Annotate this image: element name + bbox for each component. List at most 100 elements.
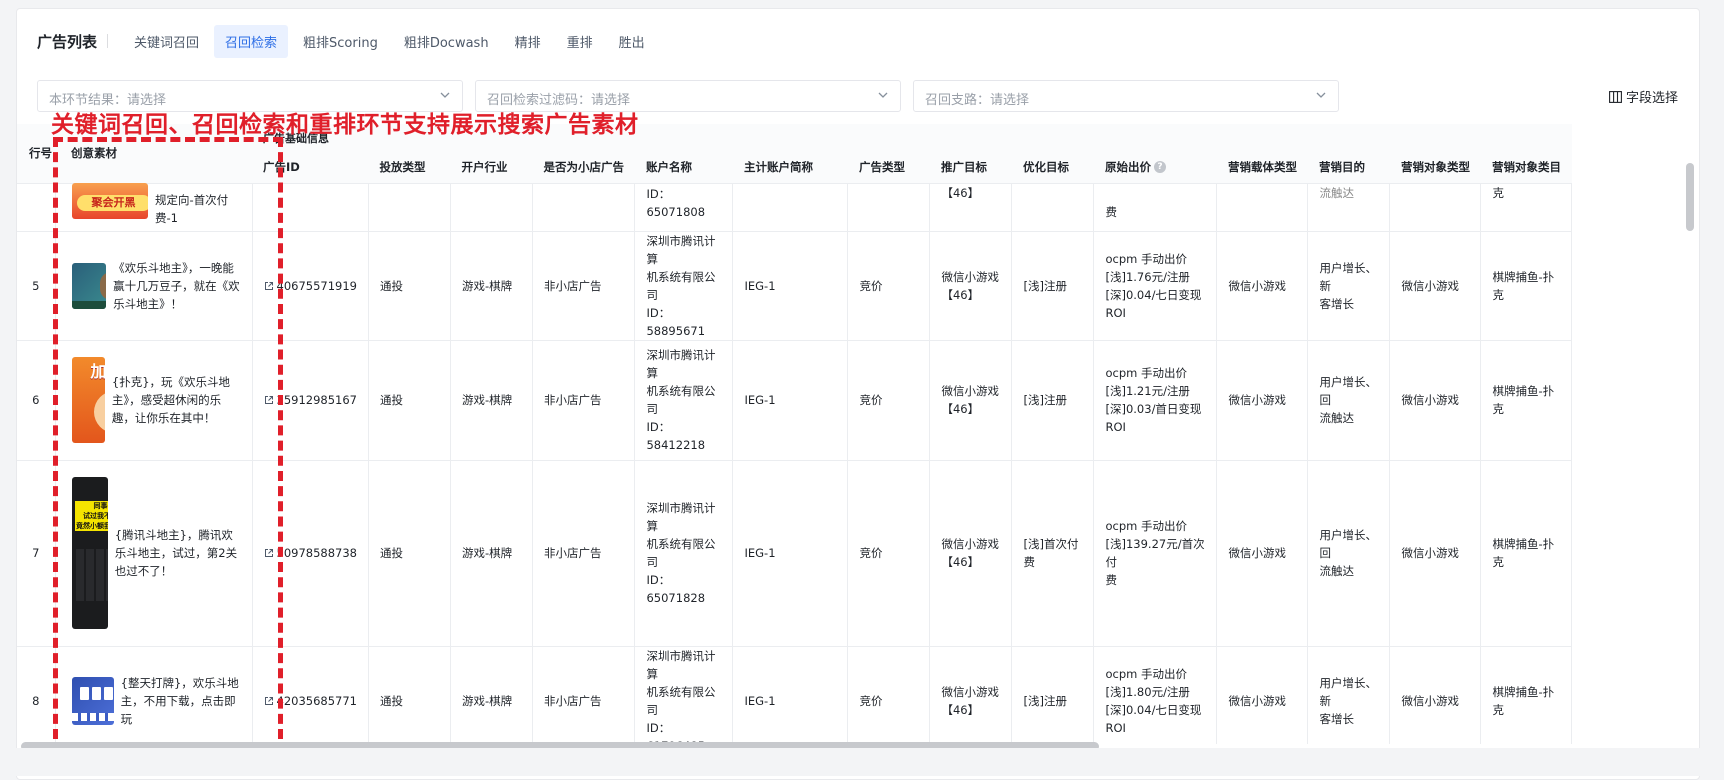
creative-thumb-caption: 同事去吃饭了 试过我不要领他的车 竟然小额我，结果一定俄国了 <box>74 501 108 540</box>
chevron-down-icon <box>878 92 888 98</box>
cell-object-type: 微信小游戏 <box>1389 340 1482 461</box>
cell-carrier-type: 微信小游戏 <box>1216 340 1309 461</box>
cell-opt-target: [浅]注册 <box>1011 646 1095 744</box>
feature-annotation: 关键词召回、召回检索和重排环节支持展示搜索广告素材 <box>51 112 639 138</box>
ad-id-text: 50978588738 <box>276 546 357 560</box>
tab-keyword-recall[interactable]: 关键词召回 <box>123 25 210 58</box>
creative-thumbnail[interactable]: 聚会开黑 <box>71 183 148 219</box>
cell-object-category: 棋牌捕鱼-扑克 <box>1480 460 1573 647</box>
ad-id-link[interactable]: 40675571919 <box>264 277 357 295</box>
ad-id-link[interactable]: 50978588738 <box>264 544 357 562</box>
cell-promo-target: 微信小游戏 【46】 <box>929 231 1013 341</box>
cell-opt-target: [浅]首次付费 <box>1011 460 1095 647</box>
ad-list-panel: 广告列表 关键词召回 召回检索 粗排Scoring 粗排Docwash 精排 重… <box>16 8 1700 780</box>
tab-recall-retrieval[interactable]: 召回检索 <box>214 25 289 58</box>
col-header-is-shop-ad: 是否为小店广告 <box>532 151 635 184</box>
cell-promo-target: 微信小游戏 【46】 <box>929 646 1013 744</box>
vertical-scrollbar[interactable] <box>1686 159 1694 739</box>
ad-id-link[interactable]: 35912985167 <box>264 391 357 409</box>
creative-thumbnail[interactable] <box>71 676 114 725</box>
external-link-icon <box>264 549 273 557</box>
creative-desc: {整天打牌}，欢乐斗地主，不用下载，点击即玩 <box>120 675 239 726</box>
cell-object-type: 微信小游戏 <box>1389 231 1482 341</box>
cell-object-category: 棋牌捕鱼-扑克 <box>1480 231 1573 341</box>
cell-is-shop-ad: 非小店广告 <box>532 460 636 647</box>
creative-desc: {腾讯斗地主}，腾讯欢乐斗地主，试过，第2关也过不了！ <box>114 528 238 578</box>
cell-is-shop-ad: 非小店广告 <box>532 340 636 461</box>
cell-main-account: IEG-1 <box>732 646 849 744</box>
tab-fine-ranking[interactable]: 精排 <box>504 25 552 58</box>
cell-opt-target: [浅]注册 <box>1011 340 1095 461</box>
cell-carrier-type: 微信小游戏 <box>1216 231 1309 341</box>
cell-industry: 游戏-棋牌 <box>450 646 533 744</box>
col-header-opt-target: 优化目标 <box>1011 151 1094 184</box>
cell-industry: 游戏-棋牌 <box>450 231 533 341</box>
cell-rowno: 7 <box>17 460 56 647</box>
cell-account-name: ID：65071808 <box>634 183 734 232</box>
help-icon[interactable]: ? <box>1153 161 1166 174</box>
cell-orig-bid: ocpm 手动出价 [浅]1.80元/注册 [深]0.04/七日变现ROI <box>1093 646 1218 744</box>
cell-promo-target: 【46】 <box>929 183 1013 232</box>
col-header-main-account: 主计账户简称 <box>732 151 848 184</box>
col-header-object-category: 营销对象类目 <box>1480 151 1572 184</box>
external-link-icon <box>264 281 273 290</box>
ad-table: 行号 创意素材 广告基础信息 广告ID 投放类型 开户行业 是否为小店广告 账户… <box>17 124 1573 744</box>
cell-orig-bid: ocpm 手动出价 [浅]1.21元/注册 [深]0.03/首日变现ROI <box>1093 340 1218 461</box>
ad-id-text: 42035685771 <box>276 693 357 708</box>
cell-ad-type: 竞价 <box>847 646 931 744</box>
table-row: 8 {整天打牌}，欢乐斗地主，不用下载，点击即玩 42035685771 通投 … <box>17 646 1573 744</box>
cell-rowno: 5 <box>17 231 56 341</box>
ad-id-link[interactable]: 42035685771 <box>264 692 357 710</box>
col-header-rowno: 行号 <box>17 124 55 184</box>
cell-industry: 游戏-棋牌 <box>450 340 533 461</box>
cell-object-category: 棋牌捕鱼-扑克 <box>1480 646 1573 744</box>
cell-is-shop-ad: 非小店广告 <box>532 646 636 744</box>
cell-industry: 游戏-棋牌 <box>450 460 533 647</box>
cell-promo-target: 微信小游戏 【46】 <box>929 340 1013 461</box>
cell-object-category: 克 <box>1480 183 1573 232</box>
cell-object-type: 微信小游戏 <box>1389 460 1482 647</box>
cell-purpose: 流触达 <box>1307 183 1391 232</box>
table-row: 聚会开黑 规定向-首次付费-1 ID：65071808 【46】 费 流触达 克 <box>17 183 1573 232</box>
col-header-orig-bid-label: 原始出价 <box>1104 159 1151 174</box>
creative-thumbnail[interactable]: 同事去吃饭了 试过我不要领他的车 竟然小额我，结果一定俄国了 <box>71 477 108 629</box>
recall-branch-select[interactable]: 召回支路：请选择 <box>913 80 1339 112</box>
creative-desc: {扑克}，玩《欢乐斗地主》，感受超休闲的乐趣，让你乐在其中！ <box>111 375 231 425</box>
page-footer-gap <box>0 748 1724 776</box>
page-header: 广告列表 关键词召回 召回检索 粗排Scoring 粗排Docwash 精排 重… <box>17 9 1699 69</box>
cell-purpose: 用户增长、回 流触达 <box>1307 460 1391 647</box>
col-header-orig-bid: 原始出价? <box>1093 151 1217 184</box>
cell-delivery-type: 通投 <box>368 646 451 744</box>
chevron-down-icon <box>1316 92 1326 98</box>
vertical-scrollbar-thumb[interactable] <box>1686 163 1694 231</box>
stage-tabs: 关键词召回 召回检索 粗排Scoring 粗排Docwash 精排 重排 胜出 <box>123 25 656 58</box>
external-link-icon <box>264 396 273 404</box>
table-row: 6 加掼蛋 {扑克}，玩《欢乐斗地主》，感受超休闲的乐趣，让你乐在其中！ 359… <box>17 340 1573 461</box>
cell-account-name: 深圳市腾讯计算机系统有限公司ID：61796485 <box>634 646 734 744</box>
field-select-button[interactable]: 字段选择 <box>1609 87 1678 106</box>
cell-purpose: 用户增长、新 客增长 <box>1307 646 1391 744</box>
cell-carrier-type: 微信小游戏 <box>1216 646 1309 744</box>
field-select-label: 字段选择 <box>1626 91 1679 106</box>
creative-desc: 《欢乐斗地主》，一晚能赢十几万豆子，就在《欢乐斗地主》！ <box>113 260 240 311</box>
creative-thumbnail[interactable] <box>71 262 107 309</box>
cell-main-account: IEG-1 <box>732 231 849 341</box>
creative-thumbnail[interactable]: 加掼蛋 <box>71 357 105 443</box>
page-title: 广告列表 <box>37 33 98 51</box>
tab-coarse-docwash[interactable]: 粗排Docwash <box>393 25 500 58</box>
cell-carrier-type: 微信小游戏 <box>1216 460 1309 647</box>
cell-account-name: 深圳市腾讯计算 机系统有限公司 ID：65071828 <box>634 460 734 647</box>
col-header-object-type: 营销对象类型 <box>1389 151 1481 184</box>
creative-badge: 聚会开黑 <box>76 195 148 211</box>
col-header-promo-target: 推广目标 <box>929 151 1012 184</box>
tab-winner[interactable]: 胜出 <box>608 25 656 58</box>
columns-icon <box>1609 90 1622 103</box>
tab-reranking[interactable]: 重排 <box>556 25 604 58</box>
col-header-ad-id: 广告ID <box>252 151 369 184</box>
cell-promo-target: 微信小游戏 【46】 <box>929 460 1013 647</box>
external-link-icon <box>264 696 273 705</box>
col-header-carrier-type: 营销载体类型 <box>1216 151 1308 184</box>
cell-ad-type: 竞价 <box>847 231 931 341</box>
tab-coarse-scoring[interactable]: 粗排Scoring <box>292 25 389 58</box>
col-header-ad-type: 广告类型 <box>847 151 930 184</box>
